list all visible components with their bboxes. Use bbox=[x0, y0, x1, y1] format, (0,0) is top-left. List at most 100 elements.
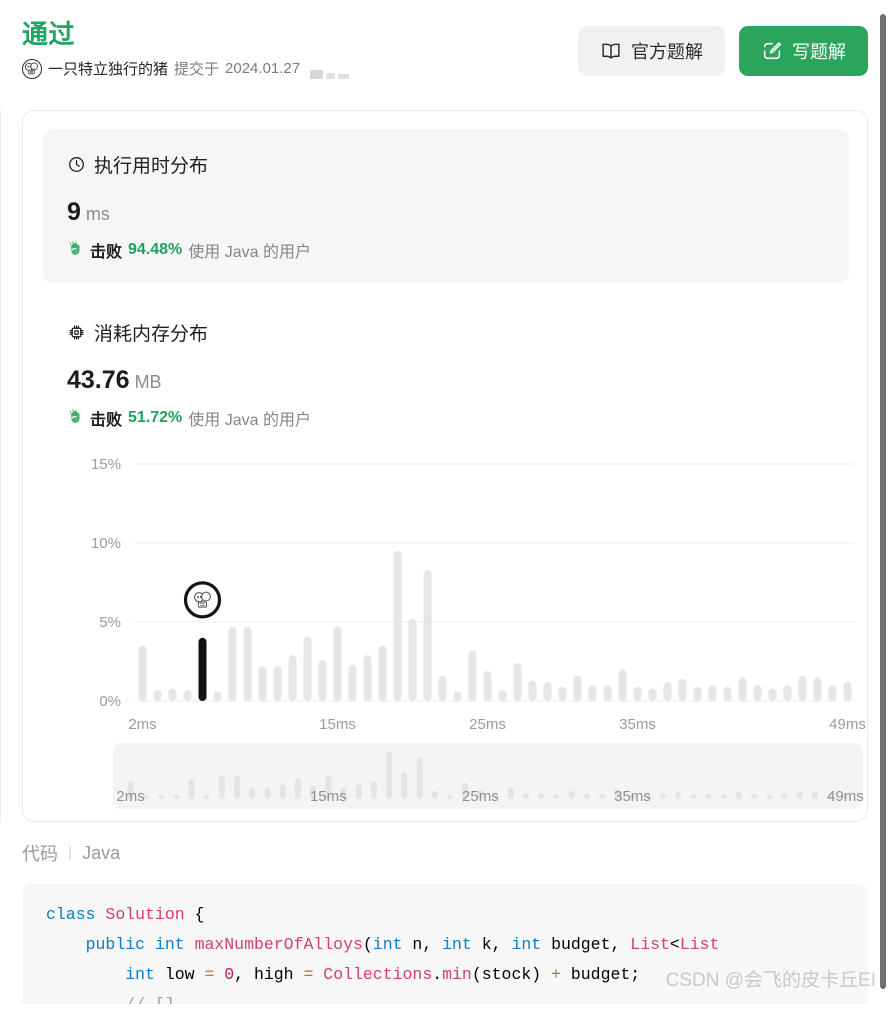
code-separator: | bbox=[68, 844, 73, 861]
chart-bar[interactable] bbox=[783, 685, 792, 701]
chart-bar[interactable] bbox=[303, 636, 312, 701]
chart-bar[interactable] bbox=[333, 626, 342, 701]
runtime-unit: ms bbox=[85, 204, 110, 224]
chart-bar[interactable] bbox=[543, 682, 552, 701]
chart-bar[interactable] bbox=[378, 645, 387, 701]
chart-range-slider-bar bbox=[659, 792, 666, 799]
runtime-beat-row: 击败 94.48% 使用 Java 的用户 bbox=[67, 238, 825, 262]
chart-bar[interactable] bbox=[363, 655, 372, 701]
chart-range-slider-bar bbox=[446, 795, 453, 799]
page-scrollbar-thumb[interactable] bbox=[880, 14, 886, 989]
chart-range-slider-bar bbox=[523, 792, 530, 799]
submitter-name[interactable]: 一只特立独行的猪 bbox=[48, 58, 168, 79]
submission-meta: 一只特立独行的猪 提交于 2024.01.27 bbox=[22, 58, 352, 79]
chart-bar[interactable] bbox=[723, 686, 732, 701]
chart-bar[interactable] bbox=[708, 685, 717, 701]
chart-bar[interactable] bbox=[513, 663, 522, 701]
memory-chip-icon bbox=[67, 323, 86, 342]
memory-beat-suffix: 使用 Java 的用户 bbox=[188, 412, 311, 429]
runtime-beat-suffix: 使用 Java 的用户 bbox=[188, 244, 311, 261]
chart-bar[interactable] bbox=[468, 650, 477, 701]
submission-status: 通过 bbox=[22, 19, 76, 49]
chart-bar[interactable] bbox=[768, 688, 777, 701]
chart-bar[interactable] bbox=[603, 685, 612, 701]
memory-title-row: 消耗内存分布 bbox=[67, 319, 825, 346]
chart-bar[interactable] bbox=[273, 666, 282, 701]
chart-range-slider-bar bbox=[751, 793, 758, 799]
chart-bar[interactable] bbox=[228, 626, 237, 701]
chart-bar[interactable] bbox=[243, 626, 252, 701]
chart-bar[interactable] bbox=[648, 688, 657, 701]
chart-bar[interactable] bbox=[843, 682, 852, 701]
chart-bar[interactable] bbox=[483, 670, 492, 701]
submit-date: 2024.01.27 bbox=[225, 60, 301, 77]
code-language[interactable]: Java bbox=[82, 843, 120, 864]
chart-ytick-label: 10% bbox=[91, 535, 121, 552]
chart-bar[interactable] bbox=[288, 655, 297, 701]
submit-time-prefix: 提交于 bbox=[174, 61, 220, 78]
chart-bar[interactable] bbox=[258, 666, 267, 701]
chart-bar[interactable] bbox=[453, 691, 462, 701]
chart-bar[interactable] bbox=[678, 678, 687, 701]
chart-range-slider-bar bbox=[811, 791, 818, 799]
chart-bar[interactable] bbox=[423, 569, 432, 701]
memory-value: 43.76 bbox=[67, 366, 130, 394]
runtime-title-row: 执行用时分布 bbox=[67, 151, 825, 178]
code-block[interactable]: class Solution { public int maxNumberOfA… bbox=[22, 884, 868, 1004]
raised-hand-icon bbox=[67, 408, 84, 428]
chart-bar[interactable] bbox=[348, 664, 357, 701]
write-solution-button[interactable]: 写题解 bbox=[739, 26, 868, 76]
chart-bar[interactable] bbox=[633, 686, 642, 701]
memory-beat-percent: 51.72% bbox=[128, 409, 183, 426]
distribution-chart[interactable]: 0% 5% 10% 15% 2ms 15ms 25ms 35ms 49ms 2ms 15ms 25ms… bbox=[23, 441, 869, 821]
page-scrollbar[interactable] bbox=[879, 0, 887, 1010]
stats-card: 执行用时分布 9 ms 击败 94.48% 使用 Java 的用户 消耗内存分布… bbox=[22, 110, 868, 822]
chart-bar-highlighted[interactable] bbox=[198, 637, 207, 701]
official-solution-button[interactable]: 官方题解 bbox=[578, 26, 725, 76]
chart-bar[interactable] bbox=[693, 686, 702, 701]
chart-bar[interactable] bbox=[318, 659, 327, 701]
chart-bar[interactable] bbox=[588, 685, 597, 701]
chart-range-slider-label: 35ms bbox=[614, 788, 651, 805]
chart-range-slider-bar bbox=[599, 793, 606, 799]
clock-icon bbox=[67, 155, 86, 174]
chart-bar[interactable] bbox=[813, 677, 822, 701]
chart-bar[interactable] bbox=[213, 691, 222, 701]
chart-bar[interactable] bbox=[558, 686, 567, 701]
chart-bar[interactable] bbox=[153, 689, 162, 701]
code-line: int low = 0, high = Collections.min(stoc… bbox=[125, 965, 641, 984]
chart-bar[interactable] bbox=[753, 685, 762, 701]
chart-bar[interactable] bbox=[438, 675, 447, 701]
chart-bar[interactable] bbox=[408, 618, 417, 701]
chart-bar[interactable] bbox=[138, 645, 147, 701]
raised-hand-icon bbox=[67, 240, 84, 260]
chart-bar[interactable] bbox=[168, 688, 177, 701]
distribution-chart-svg[interactable]: 0% 5% 10% 15% 2ms 15ms 25ms 35ms 49ms 2ms 15ms 25ms… bbox=[23, 441, 869, 821]
chart-bar[interactable] bbox=[393, 550, 402, 701]
chart-bar[interactable] bbox=[618, 669, 627, 701]
chart-bar[interactable] bbox=[798, 675, 807, 701]
chart-bar[interactable] bbox=[663, 682, 672, 701]
chart-range-slider-bar bbox=[294, 778, 301, 799]
chart-user-marker[interactable] bbox=[183, 581, 222, 619]
memory-unit: MB bbox=[134, 372, 162, 392]
chart-bar[interactable] bbox=[528, 680, 537, 701]
chart-range-slider-bar bbox=[583, 793, 590, 799]
chart-bar[interactable] bbox=[828, 685, 837, 701]
code-header: 代码 | Java bbox=[22, 840, 868, 866]
chart-range-slider-bar bbox=[234, 775, 241, 799]
chart-bar[interactable] bbox=[498, 689, 507, 701]
code-line: class Solution { bbox=[46, 905, 205, 924]
code-line: // [] bbox=[22, 990, 868, 1004]
chart-bar[interactable] bbox=[738, 677, 747, 701]
memory-distribution-panel: 消耗内存分布 43.76 MB 击败 51.72% 使用 Java 的用户 bbox=[43, 297, 849, 437]
chart-range-slider-bar bbox=[203, 795, 210, 799]
chart-range-slider-bar bbox=[416, 757, 423, 799]
book-icon bbox=[600, 40, 622, 62]
runtime-beat-percent: 94.48% bbox=[128, 241, 183, 258]
runtime-value: 9 bbox=[67, 198, 81, 226]
chart-range-slider-bar bbox=[781, 793, 788, 799]
chart-bar[interactable] bbox=[573, 675, 582, 701]
chart-bar[interactable] bbox=[183, 689, 192, 701]
chart-xtick-label: 25ms bbox=[469, 716, 506, 733]
